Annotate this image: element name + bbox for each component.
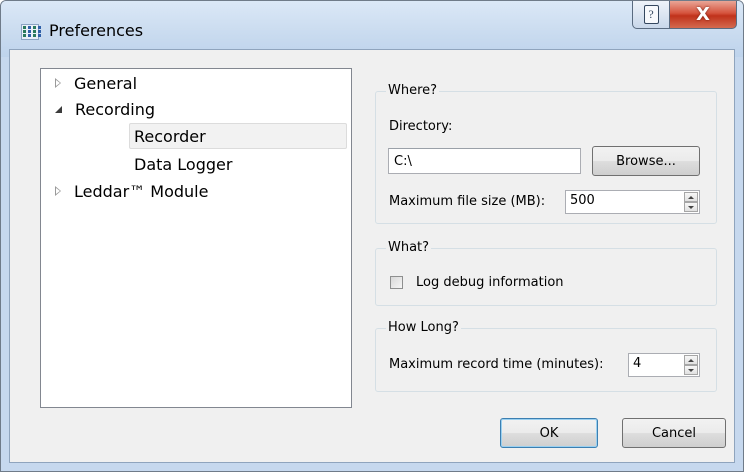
where-group: Where? Directory: C:\ Browse... Maximum … xyxy=(375,83,717,224)
spin-down-icon xyxy=(688,368,694,372)
tree-item-label: Recorder xyxy=(134,126,206,146)
how-long-group-title: How Long? xyxy=(386,320,461,335)
log-debug-checkbox[interactable] xyxy=(390,276,403,289)
help-button[interactable]: ? xyxy=(632,1,670,29)
ok-button[interactable]: OK xyxy=(500,418,598,448)
preferences-window: Preferences ? X General Recording Record… xyxy=(0,0,744,472)
tree-item-label: Leddar™ Module xyxy=(74,181,209,201)
max-record-time-value: 4 xyxy=(633,356,642,371)
tree-item-label: Recording xyxy=(75,99,156,119)
browse-button[interactable]: Browse... xyxy=(592,146,700,176)
spin-up-icon xyxy=(688,195,694,199)
what-group-title: What? xyxy=(386,240,432,255)
max-record-time-label: Maximum record time (minutes): xyxy=(389,357,604,372)
directory-label: Directory: xyxy=(389,119,453,134)
tree-item-data-logger[interactable]: Data Logger xyxy=(134,151,232,177)
tree-item-label: General xyxy=(74,73,138,93)
triangle-right-icon[interactable] xyxy=(55,78,61,88)
max-file-size-value: 500 xyxy=(570,193,595,208)
cancel-button[interactable]: Cancel xyxy=(622,418,726,448)
log-debug-label[interactable]: Log debug information xyxy=(416,275,564,290)
tree-item-general[interactable]: General xyxy=(55,70,137,96)
max-file-size-spinbox[interactable]: 500 xyxy=(565,190,700,214)
dialog-body: General Recording Recorder Data Logger L… xyxy=(9,49,735,463)
spin-down-icon xyxy=(688,205,694,209)
directory-field[interactable]: C:\ xyxy=(388,148,581,174)
triangle-down-icon[interactable] xyxy=(55,105,62,113)
max-file-size-label: Maximum file size (MB): xyxy=(389,194,546,209)
spin-up-button[interactable] xyxy=(684,355,698,365)
help-icon: ? xyxy=(643,5,659,24)
tree-item-label: Data Logger xyxy=(134,154,233,174)
tree-item-recording[interactable]: Recording xyxy=(55,96,155,122)
spin-buttons xyxy=(684,355,698,375)
grid-app-icon xyxy=(21,24,41,40)
window-title: Preferences xyxy=(49,21,144,40)
spin-down-button[interactable] xyxy=(684,202,698,212)
close-button[interactable]: X xyxy=(669,1,737,29)
how-long-group: How Long? Maximum record time (minutes):… xyxy=(375,320,717,392)
preferences-tree[interactable]: General Recording Recorder Data Logger L… xyxy=(40,68,352,408)
spin-up-button[interactable] xyxy=(684,192,698,202)
where-group-title: Where? xyxy=(386,83,440,98)
tree-item-leddar-module[interactable]: Leddar™ Module xyxy=(55,178,208,204)
what-group: What? Log debug information xyxy=(375,240,717,306)
triangle-right-icon[interactable] xyxy=(55,186,61,196)
spin-up-icon xyxy=(688,358,694,362)
spin-down-button[interactable] xyxy=(684,365,698,375)
close-icon: X xyxy=(696,4,710,25)
tree-item-recorder[interactable]: Recorder xyxy=(129,123,347,149)
spin-buttons xyxy=(684,192,698,212)
max-record-time-spinbox[interactable]: 4 xyxy=(628,353,700,377)
